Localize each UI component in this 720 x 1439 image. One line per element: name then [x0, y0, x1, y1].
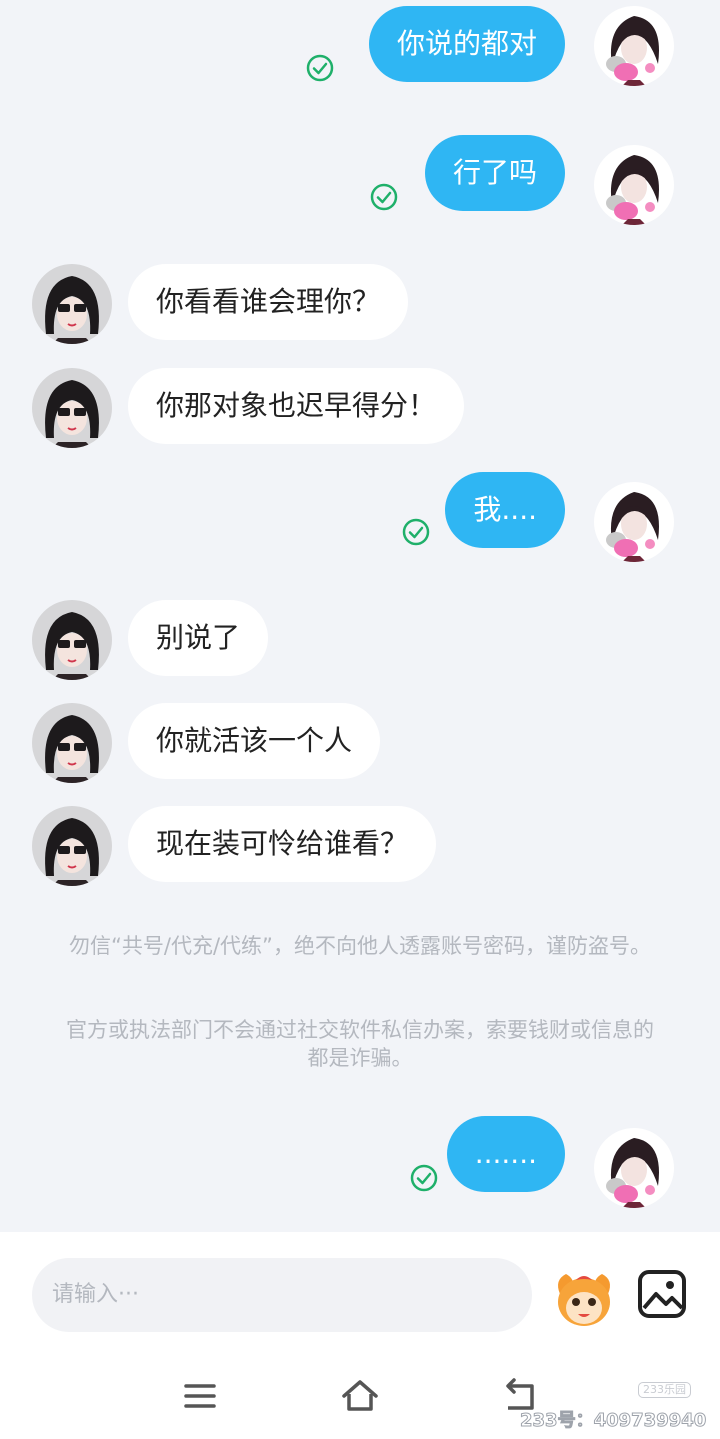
contact-avatar[interactable]: [32, 600, 112, 680]
read-check-icon: [410, 1164, 438, 1192]
message-row: 行了吗: [0, 135, 720, 225]
message-row: .......: [0, 1116, 720, 1208]
system-nav-bar: 233乐园 233号：409739940: [0, 1362, 720, 1439]
message-bubble-theirs[interactable]: 你就活该一个人: [128, 703, 381, 779]
message-row: 你那对象也迟早得分！: [0, 368, 720, 448]
menu-icon[interactable]: [180, 1376, 220, 1416]
my-avatar[interactable]: [594, 145, 674, 225]
message-input[interactable]: 请输入···: [32, 1258, 532, 1332]
my-avatar[interactable]: [594, 482, 674, 562]
read-check-icon: [306, 54, 334, 82]
image-icon[interactable]: [636, 1268, 688, 1320]
contact-avatar[interactable]: [32, 806, 112, 886]
message-row: 别说了: [0, 600, 720, 680]
emoji-mascot-icon[interactable]: [552, 1266, 616, 1330]
my-avatar[interactable]: [594, 6, 674, 86]
message-bubble-mine[interactable]: 行了吗: [424, 135, 565, 211]
read-check-icon: [370, 183, 398, 211]
message-row: 我....: [0, 472, 720, 562]
message-bubble-theirs[interactable]: 现在装可怜给谁看？: [128, 806, 437, 882]
message-bubble-theirs[interactable]: 别说了: [128, 600, 269, 676]
message-row: 你就活该一个人: [0, 703, 720, 783]
contact-avatar[interactable]: [32, 703, 112, 783]
contact-avatar[interactable]: [32, 368, 112, 448]
safety-notice-2: 官方或执法部门不会通过社交软件私信办案，索要钱财或信息的都是诈骗。: [66, 1018, 654, 1070]
message-bubble-mine[interactable]: 我....: [445, 472, 565, 548]
message-row: 你说的都对: [0, 6, 720, 86]
message-bubble-theirs[interactable]: 你那对象也迟早得分！: [128, 368, 465, 444]
message-bubble-mine[interactable]: .......: [446, 1116, 565, 1192]
read-check-icon: [402, 518, 430, 546]
message-bubble-mine[interactable]: 你说的都对: [368, 6, 565, 82]
message-row: 你看看谁会理你？: [0, 264, 720, 344]
message-bubble-theirs[interactable]: 你看看谁会理你？: [128, 264, 409, 340]
input-bar: 请输入···: [0, 1232, 720, 1362]
watermark-logo: 233乐园: [638, 1382, 691, 1398]
chat-area[interactable]: 你说的都对 行了吗 你看看谁会理你？ 你那对象也迟早得分！ 我.... 别说了 …: [0, 0, 720, 1232]
watermark-text: 233号：409739940: [520, 1410, 707, 1432]
contact-avatar[interactable]: [32, 264, 112, 344]
safety-notice-1: 勿信“共号/代充/代练”，绝不向他人透露账号密码，谨防盗号。: [69, 934, 651, 958]
home-icon[interactable]: [340, 1376, 380, 1416]
my-avatar[interactable]: [594, 1128, 674, 1208]
message-row: 现在装可怜给谁看？: [0, 806, 720, 886]
